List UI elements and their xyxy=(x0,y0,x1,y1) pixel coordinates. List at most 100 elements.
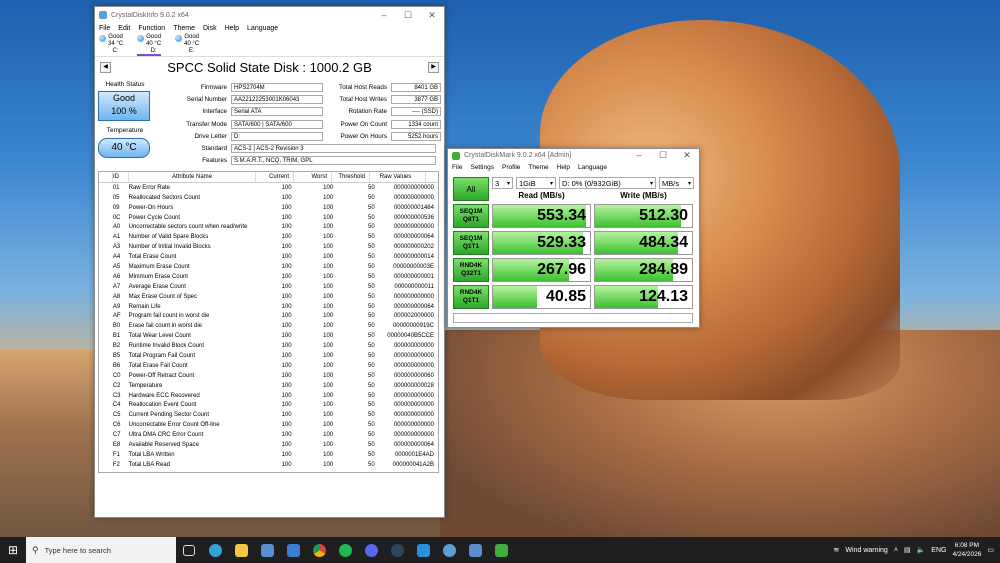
minimize-icon[interactable]: – xyxy=(372,10,396,21)
col-current[interactable]: Current xyxy=(256,172,294,182)
comment-field[interactable] xyxy=(453,313,693,323)
windows-start-icon[interactable]: ⊞ xyxy=(0,537,26,563)
menu-language[interactable]: Language xyxy=(578,164,607,171)
smart-row[interactable]: B0 Erase fail count in worst die 100 100 50 0… xyxy=(99,321,438,331)
steam-icon[interactable] xyxy=(384,537,410,563)
spotify-icon[interactable] xyxy=(332,537,358,563)
vscode-icon[interactable] xyxy=(410,537,436,563)
smart-row[interactable]: C6 Uncorrectable Error Count Off-line 100 1… xyxy=(99,420,438,430)
smart-current: 100 xyxy=(281,214,292,221)
col-id[interactable]: ID xyxy=(113,172,129,182)
drive-d[interactable]: Good 40 °C D: xyxy=(137,34,162,56)
test-button-seq1m-q1t1[interactable]: SEQ1M Q1T1 xyxy=(453,231,489,255)
smart-row[interactable]: A6 Minimum Erase Count 100 100 50 00000000000… xyxy=(99,272,438,282)
col-worst[interactable]: Worst xyxy=(294,172,332,182)
menu-edit[interactable]: Edit xyxy=(118,25,130,32)
chevron-up-icon[interactable]: ˄ xyxy=(894,547,898,554)
edge-icon[interactable] xyxy=(202,537,228,563)
smart-row[interactable]: C7 Ultra DMA CRC Error Count 100 100 50 00000… xyxy=(99,430,438,440)
col-raw[interactable]: Raw Values xyxy=(370,172,426,182)
menu-function[interactable]: Function xyxy=(138,25,165,32)
smart-attribute: Temperature xyxy=(128,382,163,389)
menu-disk[interactable]: Disk xyxy=(203,25,217,32)
smart-row[interactable]: A1 Number of Valid Spare Blocks 100 100 50 00… xyxy=(99,232,438,242)
menu-language[interactable]: Language xyxy=(247,25,278,32)
test-button-rnd4k-q32t1[interactable]: RND4K Q32T1 xyxy=(453,258,489,282)
col-attribute[interactable]: Attribute Name xyxy=(129,172,256,182)
close-icon[interactable]: ✕ xyxy=(420,10,444,21)
smart-row[interactable]: B6 Total Erase Fail Count 100 100 50 00000000… xyxy=(99,361,438,371)
run-all-button[interactable]: All xyxy=(453,177,489,201)
menu-settings[interactable]: Settings xyxy=(470,164,494,171)
col-threshold[interactable]: Threshold xyxy=(332,172,370,182)
clock[interactable]: 6:08 PM 4/24/2026 xyxy=(952,541,981,559)
size-select[interactable]: 1GiB ▾ xyxy=(516,177,556,189)
smart-row[interactable]: 01 Raw Error Rate 100 100 50 000000000000 xyxy=(99,183,438,193)
health-status-button[interactable]: Good 100 % xyxy=(98,91,150,121)
discord-icon[interactable] xyxy=(358,537,384,563)
menu-file[interactable]: File xyxy=(99,25,110,32)
mail-icon[interactable] xyxy=(280,537,306,563)
network-icon[interactable]: ▤ xyxy=(904,546,911,554)
smart-row[interactable]: A0 Uncorrectable sectors count when read/… xyxy=(99,222,438,232)
smart-row[interactable]: A9 Remain Life 100 100 50 000000000064 xyxy=(99,302,438,312)
maximize-icon[interactable]: ☐ xyxy=(396,10,420,21)
menu-file[interactable]: File xyxy=(452,164,462,171)
smart-row[interactable]: A3 Number of Initial Invalid Blocks 100 100… xyxy=(99,242,438,252)
smart-row[interactable]: AF Program fail count in worst die 100 100 5… xyxy=(99,311,438,321)
smart-row[interactable]: C4 Reallocation Event Count 100 100 50 000000… xyxy=(99,400,438,410)
smart-row[interactable]: 09 Power-On Hours 100 100 50 000000001484 xyxy=(99,203,438,213)
smart-row[interactable]: C2 Temperature 100 100 50 000000000028 xyxy=(99,381,438,391)
crystaldiskinfo-taskbar-icon[interactable] xyxy=(436,537,462,563)
crystaldiskmark-window: CrystalDiskMark 9.0.2 x64 [Admin] – ☐ ✕ … xyxy=(447,148,700,328)
wind-icon[interactable]: ≋ xyxy=(834,546,840,554)
weather-text[interactable]: Wind warning xyxy=(845,547,887,554)
store-icon[interactable] xyxy=(254,537,280,563)
smart-row[interactable]: C5 Current Pending Sector Count 100 100 50 00… xyxy=(99,410,438,420)
drive-e[interactable]: Good 40 °C E: xyxy=(175,34,199,56)
smart-row[interactable]: F1 Total LBA Written 100 100 50 0000001E4AD xyxy=(99,450,438,460)
file-explorer-icon[interactable] xyxy=(228,537,254,563)
count-select[interactable]: 3 ▾ xyxy=(492,177,513,189)
chrome-icon[interactable] xyxy=(306,537,332,563)
smart-row[interactable]: A7 Average Erase Count 100 100 50 00000000001… xyxy=(99,282,438,292)
drive-c[interactable]: Good 34 °C C: xyxy=(99,34,123,56)
maximize-icon[interactable]: ☐ xyxy=(651,150,675,161)
smart-row[interactable]: C0 Power-Off Retract Count 100 100 50 0000000… xyxy=(99,371,438,381)
menu-help[interactable]: Help xyxy=(225,25,239,32)
volume-icon[interactable]: 🔈 xyxy=(917,546,926,554)
smart-id: A6 xyxy=(112,273,121,280)
smart-current: 100 xyxy=(281,194,292,201)
app-taskbar-icon[interactable] xyxy=(488,537,514,563)
crystaldiskmark-taskbar-icon[interactable] xyxy=(462,537,488,563)
close-icon[interactable]: ✕ xyxy=(675,150,699,161)
menu-profile[interactable]: Profile xyxy=(502,164,520,171)
smart-row[interactable]: F2 Total LBA Read 100 100 50 000000041A2B xyxy=(99,460,438,470)
smart-row[interactable]: 05 Reallocated Sectors Count 100 100 50 00000… xyxy=(99,193,438,203)
smart-row[interactable]: E8 Available Reserved Space 100 100 50 000000… xyxy=(99,440,438,450)
language-indicator[interactable]: ENG xyxy=(931,547,946,554)
test-button-seq1m-q8t1[interactable]: SEQ1M Q8T1 xyxy=(453,204,489,228)
smart-row[interactable]: C3 Hardware ECC Recovered 100 100 50 00000000… xyxy=(99,391,438,401)
unit-select[interactable]: MB/s ▾ xyxy=(659,177,694,189)
smart-row[interactable]: A4 Total Erase Count 100 100 50 000000000014 xyxy=(99,252,438,262)
notification-icon[interactable]: ▭ xyxy=(987,546,994,554)
next-disk-icon[interactable]: ▶ xyxy=(428,62,439,73)
menu-theme[interactable]: Theme xyxy=(173,25,195,32)
task-view-icon[interactable] xyxy=(176,537,202,563)
minimize-icon[interactable]: – xyxy=(627,150,651,161)
search-box[interactable]: ⚲ Type here to search xyxy=(26,537,176,563)
temperature-button[interactable]: 40 °C xyxy=(98,138,150,158)
smart-row[interactable]: A5 Maximum Erase Count 100 100 50 00000000003… xyxy=(99,262,438,272)
test-button-rnd4k-q1t1[interactable]: RND4K Q1T1 xyxy=(453,285,489,309)
cdm-titlebar[interactable]: CrystalDiskMark 9.0.2 x64 [Admin] – ☐ ✕ xyxy=(448,149,699,162)
menu-theme[interactable]: Theme xyxy=(528,164,548,171)
smart-row[interactable]: B1 Total Wear Level Count 100 100 50 00000040… xyxy=(99,331,438,341)
smart-row[interactable]: B2 Runtime Invalid Block Count 100 100 50 000… xyxy=(99,341,438,351)
smart-row[interactable]: 0C Power Cycle Count 100 100 50 000000000536 xyxy=(99,213,438,223)
drive-select[interactable]: D: 0% (0/932GiB) ▾ xyxy=(559,177,656,189)
cdi-titlebar[interactable]: CrystalDiskInfo 9.0.2 x64 – ☐ ✕ xyxy=(95,7,444,23)
menu-help[interactable]: Help xyxy=(557,164,570,171)
smart-row[interactable]: A8 Max Erase Count of Spec 100 100 50 0000000… xyxy=(99,292,438,302)
smart-row[interactable]: B5 Total Program Fail Count 100 100 50 000000… xyxy=(99,351,438,361)
